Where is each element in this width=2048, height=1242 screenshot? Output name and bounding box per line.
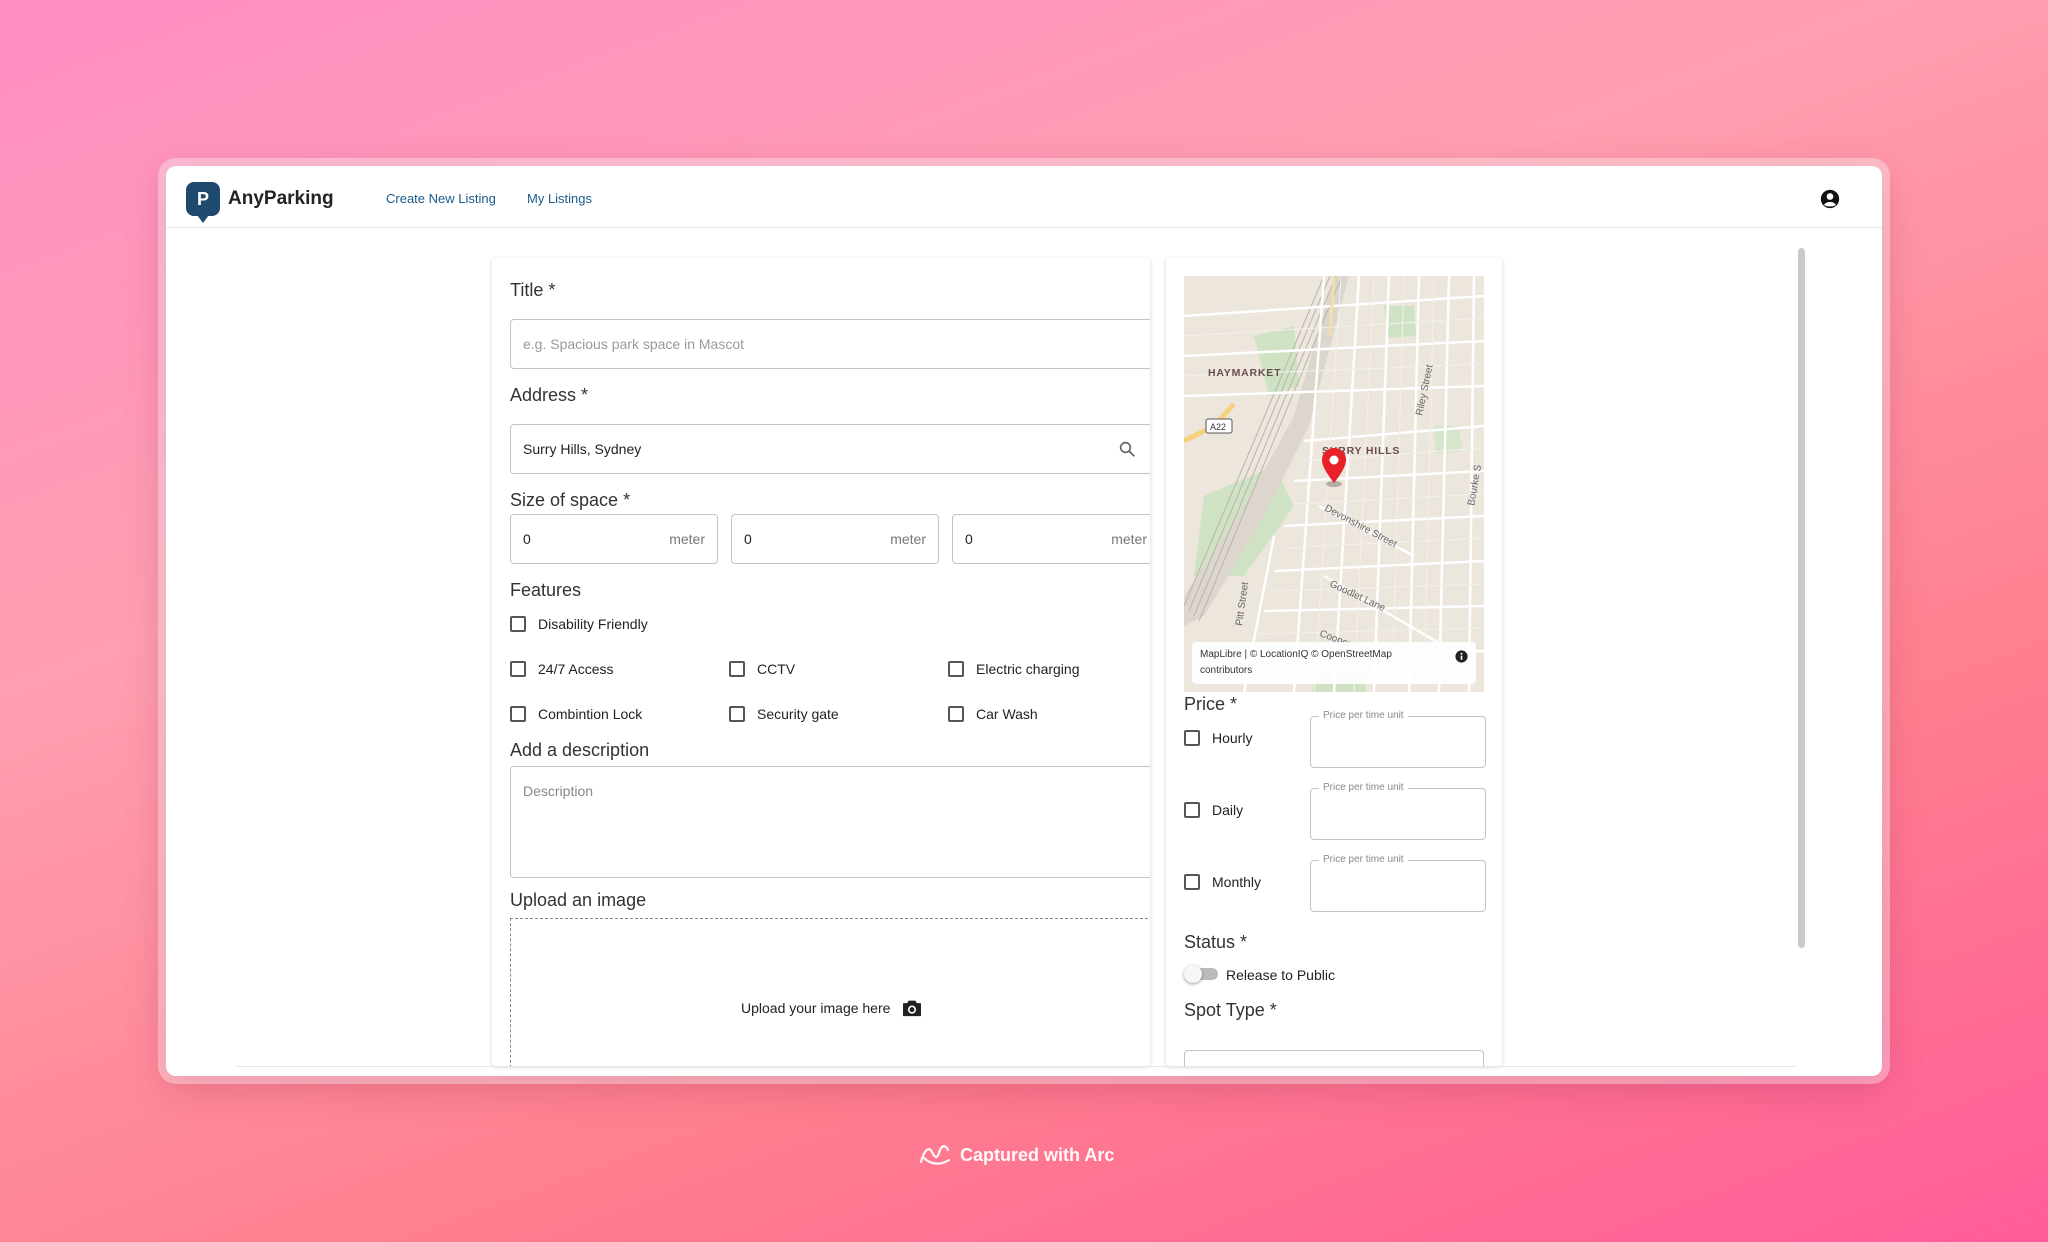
feature-electric-charging[interactable]: Electric charging xyxy=(948,661,1080,677)
address-value: Surry Hills, Sydney xyxy=(523,441,642,457)
divider xyxy=(236,1066,1796,1067)
feature-disability-friendly[interactable]: Disability Friendly xyxy=(510,616,648,632)
search-icon[interactable] xyxy=(1118,440,1136,458)
feature-24-7-access[interactable]: 24/7 Access xyxy=(510,661,614,677)
size-label: Size of space * xyxy=(510,490,631,510)
image-upload-dropzone[interactable]: Upload your image here xyxy=(510,918,1150,1066)
price-option-monthly[interactable]: Monthly xyxy=(1184,874,1261,890)
map-tiles: HAYMARKET SURRY HILLS A22 Devonshire Str… xyxy=(1184,276,1484,692)
spot-type-label: Spot Type * xyxy=(1184,1000,1277,1020)
nav-my-listings[interactable]: My Listings xyxy=(527,191,592,206)
checkbox[interactable] xyxy=(510,661,526,677)
checkbox[interactable] xyxy=(1184,730,1200,746)
checkbox[interactable] xyxy=(948,706,964,722)
parking-logo-icon: P xyxy=(186,182,220,223)
price-option-hourly[interactable]: Hourly xyxy=(1184,730,1252,746)
monthly-price-input[interactable]: Price per time unit xyxy=(1310,854,1486,912)
feature-security-gate[interactable]: Security gate xyxy=(729,706,839,722)
address-label: Address * xyxy=(510,385,589,405)
map-label-haymarket: HAYMARKET xyxy=(1208,367,1281,379)
page-scrollbar[interactable] xyxy=(1798,248,1805,948)
location-map[interactable]: HAYMARKET SURRY HILLS A22 Devonshire Str… xyxy=(1184,276,1484,692)
price-label: Price * xyxy=(1184,694,1238,714)
checkbox[interactable] xyxy=(1184,874,1200,890)
checkbox[interactable] xyxy=(1184,802,1200,818)
map-attribution: MapLibre | © LocationIQ © OpenStreetMap … xyxy=(1192,642,1476,684)
brand-logo[interactable]: P AnyParking xyxy=(186,182,334,223)
toggle-thumb[interactable] xyxy=(1184,965,1202,983)
map-label-a22: A22 xyxy=(1210,422,1226,432)
spot-type-select[interactable] xyxy=(1184,1050,1484,1066)
account-circle-icon[interactable] xyxy=(1820,189,1840,209)
checkbox[interactable] xyxy=(510,706,526,722)
feature-car-wash[interactable]: Car Wash xyxy=(948,706,1038,722)
nav-create-new-listing[interactable]: Create New Listing xyxy=(386,191,496,206)
feature-combination-lock[interactable]: Combintion Lock xyxy=(510,706,642,722)
description-input[interactable] xyxy=(510,766,1150,878)
size-length-input[interactable]: 0 meter xyxy=(510,514,718,564)
listing-form-card: Title * Address * Surry Hills, Sydney Si… xyxy=(492,258,1150,1066)
toggle-label: Release to Public xyxy=(1226,967,1335,983)
arc-capture-watermark: Captured with Arc xyxy=(918,1142,1114,1168)
title-label: Title * xyxy=(510,280,556,300)
hourly-price-input[interactable]: Price per time unit xyxy=(1310,710,1486,768)
feature-cctv[interactable]: CCTV xyxy=(729,661,795,677)
address-input[interactable]: Surry Hills, Sydney xyxy=(510,424,1150,474)
checkbox[interactable] xyxy=(729,661,745,677)
top-navbar: P AnyParking Create New Listing My Listi… xyxy=(166,166,1882,228)
camera-icon xyxy=(903,1000,922,1017)
price-option-daily[interactable]: Daily xyxy=(1184,802,1243,818)
upload-label: Upload an image xyxy=(510,890,647,910)
description-label: Add a description xyxy=(510,740,650,760)
info-icon[interactable] xyxy=(1455,650,1468,663)
checkbox[interactable] xyxy=(729,706,745,722)
map-and-pricing-card: HAYMARKET SURRY HILLS A22 Devonshire Str… xyxy=(1166,258,1502,1066)
daily-price-input[interactable]: Price per time unit xyxy=(1310,782,1486,840)
title-input[interactable] xyxy=(510,319,1150,369)
size-height-input[interactable]: 0 meter xyxy=(952,514,1150,564)
arc-logo-icon xyxy=(919,1145,951,1165)
browser-window: P AnyParking Create New Listing My Listi… xyxy=(166,166,1882,1076)
brand-name: AnyParking xyxy=(228,188,334,209)
page-content: Title * Address * Surry Hills, Sydney Si… xyxy=(166,228,1882,1076)
features-label: Features xyxy=(510,580,582,600)
size-width-input[interactable]: 0 meter xyxy=(731,514,939,564)
status-label: Status * xyxy=(1184,932,1248,952)
checkbox[interactable] xyxy=(948,661,964,677)
upload-prompt: Upload your image here xyxy=(741,999,922,1017)
checkbox[interactable] xyxy=(510,616,526,632)
